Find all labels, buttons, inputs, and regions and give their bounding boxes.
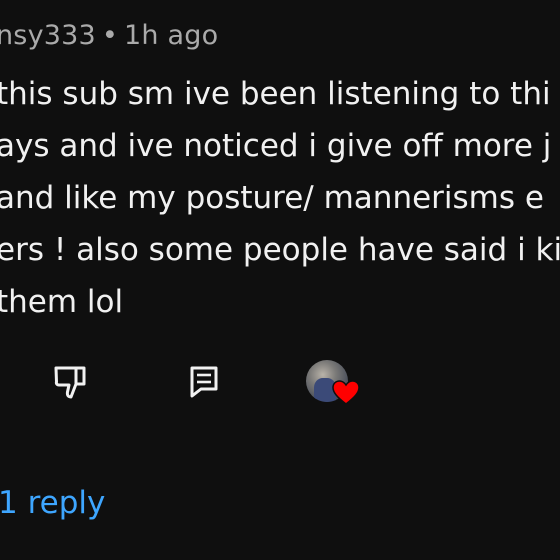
comment-line: this sub sm ive been listening to thi — [0, 76, 551, 112]
comment-line: them lol — [0, 284, 124, 320]
view-replies-link[interactable]: 1 reply — [0, 485, 105, 521]
comment-meta: nsy333 • 1h ago — [0, 20, 218, 51]
dislike-button[interactable] — [54, 364, 94, 400]
comment-author[interactable]: nsy333 — [0, 20, 96, 51]
comment-body: this sub sm ive been listening to thi ay… — [0, 68, 560, 328]
creator-heart — [306, 358, 362, 408]
comment-line: ers ! also some people have said i ki — [0, 232, 560, 268]
creator-heart-icon — [332, 380, 360, 405]
reply-button[interactable] — [186, 364, 222, 400]
comment-time: 1h ago — [124, 20, 219, 51]
comment-actions — [0, 358, 560, 408]
comment-reply-icon — [190, 366, 218, 398]
thumbs-down-icon — [54, 366, 86, 399]
comment-line: ays and ive noticed i give off more j — [0, 128, 552, 164]
comment-line: and like my posture/ mannerisms e — [0, 180, 544, 216]
meta-separator: • — [101, 20, 119, 51]
